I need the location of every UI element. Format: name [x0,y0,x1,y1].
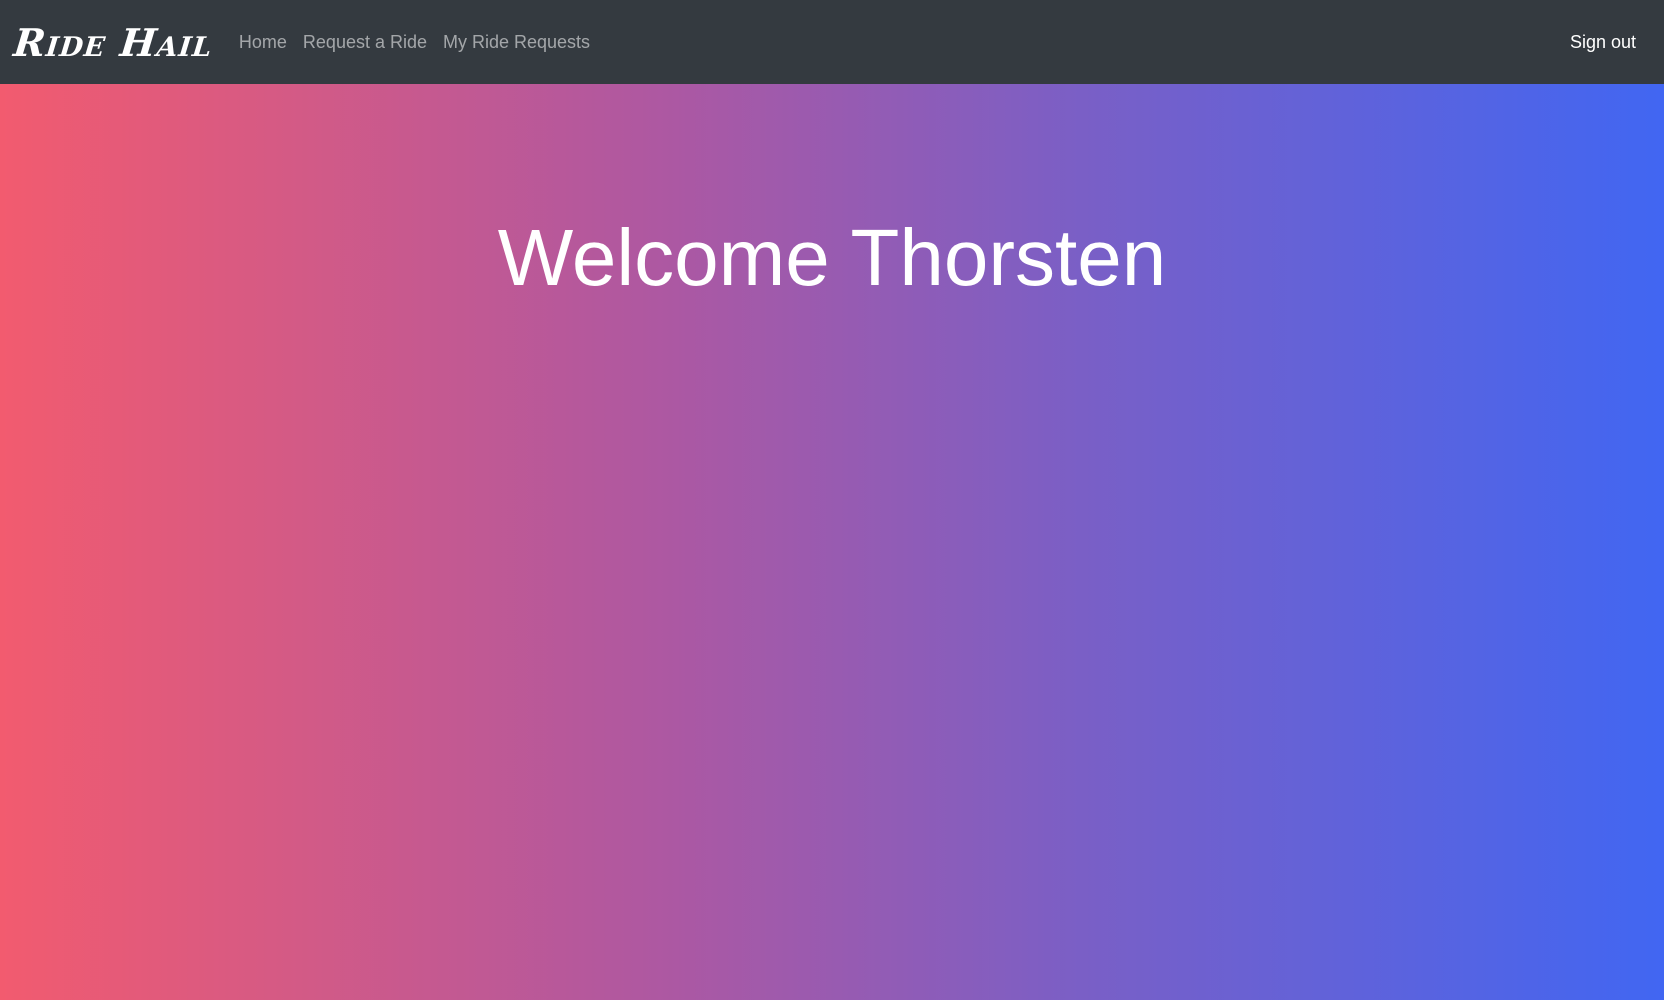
brand-logo[interactable]: Ride Hail [12,20,216,65]
nav-link-home[interactable]: Home [231,32,295,53]
nav-link-my-ride-requests[interactable]: My Ride Requests [435,32,598,53]
sign-out-link[interactable]: Sign out [1556,32,1650,53]
welcome-heading: Welcome Thorsten [497,213,1167,302]
nav-link-request-ride[interactable]: Request a Ride [295,32,435,53]
hero-section: Welcome Thorsten [0,84,1664,1000]
top-navbar: Ride Hail Home Request a Ride My Ride Re… [0,0,1664,84]
